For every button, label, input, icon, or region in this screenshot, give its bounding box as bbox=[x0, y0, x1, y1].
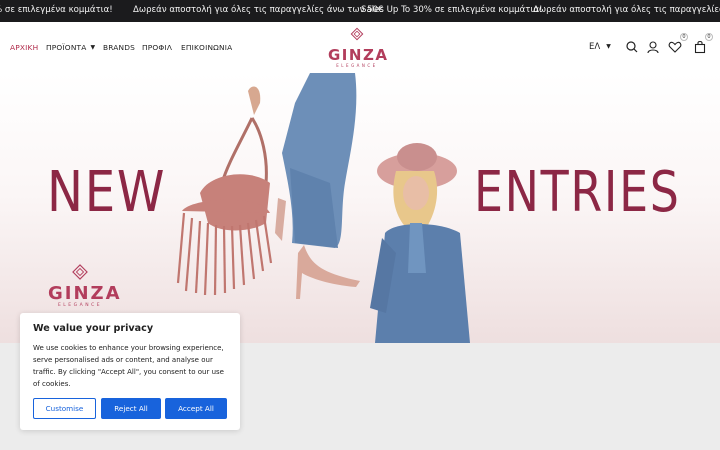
cart-icon[interactable]: 0 bbox=[693, 33, 713, 54]
ticker-item: Δωρεάν αποστολή για όλες τις παραγγελίες… bbox=[533, 5, 720, 15]
ticker-item: Sales Up To 30% σε επιλεγμένα κομμάτια! bbox=[361, 5, 543, 15]
language-label: ΕΛ bbox=[589, 42, 601, 52]
chevron-down-icon: ▼ bbox=[90, 44, 96, 51]
hero-logo: GINZA ELEGANCE bbox=[48, 263, 122, 313]
ticker-item: % σε επιλεγμένα κομμάτια! bbox=[0, 5, 113, 15]
search-icon[interactable] bbox=[625, 39, 639, 53]
cookie-consent-banner: We value your privacy We use cookies to … bbox=[20, 313, 240, 430]
reject-all-button[interactable]: Reject All bbox=[101, 398, 161, 419]
logo-emblem-icon bbox=[72, 264, 88, 280]
announcement-ticker: % σε επιλεγμένα κομμάτια! Δωρεάν αποστολ… bbox=[0, 0, 720, 22]
accept-all-button[interactable]: Accept All bbox=[165, 398, 227, 419]
chevron-down-icon: ▼ bbox=[606, 43, 611, 50]
hero-banner[interactable]: NEW ENTRIES GINZA ELEGANCE bbox=[0, 73, 720, 343]
customise-button[interactable]: Customise bbox=[33, 398, 96, 419]
hero-models-image bbox=[176, 73, 470, 343]
nav-products-label: ΠΡΟΪΟΝΤΑ bbox=[46, 43, 87, 52]
wishlist-icon[interactable]: 0 bbox=[668, 33, 688, 53]
cookie-title: We value your privacy bbox=[33, 323, 154, 334]
nav-contact[interactable]: ΕΠΙΚΟΙΝΩΝΙΑ bbox=[181, 43, 232, 52]
logo-tagline: ELEGANCE bbox=[336, 63, 378, 68]
account-icon[interactable] bbox=[646, 39, 660, 54]
nav-profile[interactable]: ΠΡΟΦΙΛ bbox=[142, 43, 172, 52]
logo-emblem-icon bbox=[350, 27, 364, 41]
hero-logo-wordmark: GINZA bbox=[48, 283, 122, 304]
site-header: ΑΡΧΙΚΗ ΠΡΟΪΟΝΤΑ ▼ BRANDS ΠΡΟΦΙΛ ΕΠΙΚΟΙΝΩΝ… bbox=[0, 22, 720, 73]
nav-products[interactable]: ΠΡΟΪΟΝΤΑ ▼ bbox=[46, 43, 95, 52]
language-selector[interactable]: ΕΛ ▼ bbox=[589, 42, 611, 52]
hero-headline-left: NEW bbox=[47, 160, 167, 225]
nav-home[interactable]: ΑΡΧΙΚΗ bbox=[10, 43, 38, 52]
ticker-item: Δωρεάν αποστολή για όλες τις παραγγελίες… bbox=[133, 5, 384, 15]
cart-count-badge: 0 bbox=[705, 33, 713, 41]
site-logo[interactable]: GINZA ELEGANCE bbox=[328, 27, 389, 69]
wishlist-count-badge: 0 bbox=[680, 33, 688, 41]
nav-brands[interactable]: BRANDS bbox=[103, 43, 135, 52]
cookie-body: We use cookies to enhance your browsing … bbox=[33, 344, 224, 388]
hero-logo-tagline: ELEGANCE bbox=[57, 303, 103, 308]
logo-wordmark: GINZA bbox=[328, 46, 389, 64]
